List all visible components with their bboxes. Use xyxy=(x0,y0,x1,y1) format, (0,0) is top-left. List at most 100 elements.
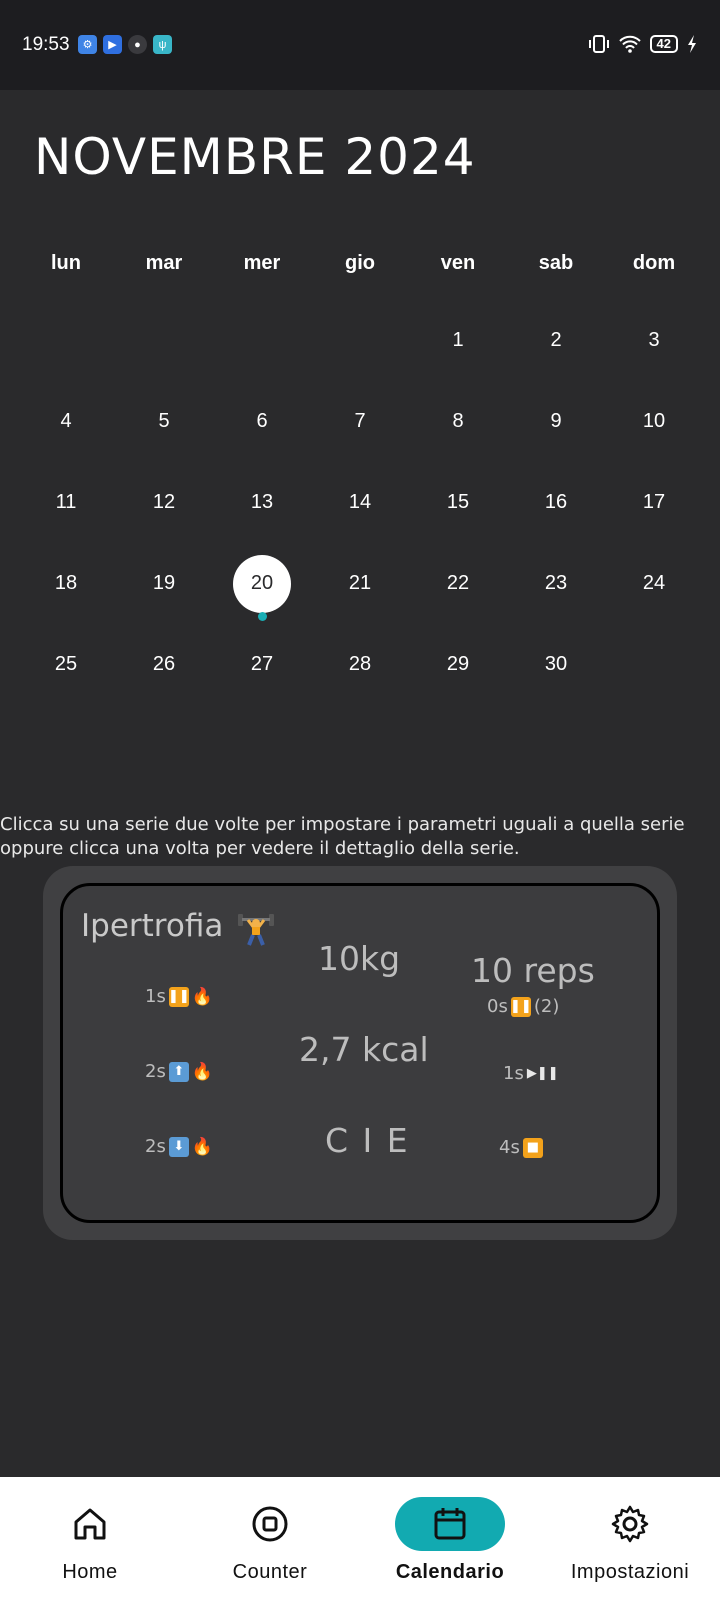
day-number: 23 xyxy=(544,572,568,594)
calendar-empty-cell xyxy=(605,624,703,705)
weightlifter-icon xyxy=(238,913,275,946)
nav-pill[interactable] xyxy=(35,1497,145,1551)
rest-time: 0s xyxy=(487,996,508,1017)
calendar-day[interactable]: 10 xyxy=(605,381,703,462)
counter-icon xyxy=(252,1506,288,1542)
day-number: 30 xyxy=(544,653,568,675)
month-title: NOVEMBRE 2024 xyxy=(34,128,476,186)
calendar-day[interactable]: 19 xyxy=(115,543,213,624)
series-title: Ipertrofia xyxy=(81,908,275,946)
series-card-inner[interactable]: Ipertrofia 1s ❚❚ 🔥 2s ⬆ 🔥 2s ⬇ 🔥 10kg 2,… xyxy=(60,883,660,1223)
calendar-day[interactable]: 14 xyxy=(311,462,409,543)
day-number: 11 xyxy=(55,491,77,513)
calendar-day[interactable]: 18 xyxy=(17,543,115,624)
calendar-day[interactable]: 11 xyxy=(17,462,115,543)
notes-app-icon: ● xyxy=(128,35,147,54)
calendar-day[interactable]: 27 xyxy=(213,624,311,705)
nav-label: Counter xyxy=(232,1561,308,1583)
settings-app-icon: ⚙ xyxy=(78,35,97,54)
nav-calendario[interactable]: Calendario xyxy=(360,1477,540,1612)
calendar-day[interactable]: 13 xyxy=(213,462,311,543)
calendar-day[interactable]: 26 xyxy=(115,624,213,705)
calendar-day[interactable]: 4 xyxy=(17,381,115,462)
nav-counter[interactable]: Counter xyxy=(180,1477,360,1612)
series-reps: 10 reps xyxy=(471,951,595,990)
calendar-days-grid: 1 2 3 4 5 6 7 8 9 10 11 12 13 14 15 16 17 18 19 20 21 22 23 24 2… xyxy=(17,300,703,705)
calendar-day[interactable]: 16 xyxy=(507,462,605,543)
nav-impostazioni[interactable]: Impostazioni xyxy=(540,1477,720,1612)
phase-time: 1s xyxy=(145,986,166,1007)
notification-icons: ⚙ ▶ ● ψ xyxy=(78,35,172,54)
calendar-day[interactable]: 24 xyxy=(605,543,703,624)
status-time: 19:53 xyxy=(22,34,70,55)
fire-icon: 🔥 xyxy=(191,1136,214,1157)
calendar-day[interactable]: 15 xyxy=(409,462,507,543)
nav-pill[interactable] xyxy=(575,1497,685,1551)
calendar-empty-cell xyxy=(213,300,311,381)
calendar-day[interactable]: 3 xyxy=(605,300,703,381)
calendar-day[interactable]: 5 xyxy=(115,381,213,462)
calendar-day[interactable]: 30 xyxy=(507,624,605,705)
calendar-day[interactable]: 2 xyxy=(507,300,605,381)
nav-label: Home xyxy=(62,1561,118,1583)
calendar-day[interactable]: 25 xyxy=(17,624,115,705)
day-number: 22 xyxy=(446,572,470,594)
calendar-day[interactable]: 28 xyxy=(311,624,409,705)
series-card[interactable]: Ipertrofia 1s ❚❚ 🔥 2s ⬆ 🔥 2s ⬇ 🔥 10kg 2,… xyxy=(43,866,677,1240)
calendar-day[interactable]: 21 xyxy=(311,543,409,624)
calendar-day[interactable]: 7 xyxy=(311,381,409,462)
stop-phase: 4s ■ xyxy=(499,1137,543,1158)
calendar-empty-cell xyxy=(115,300,213,381)
phase-eccentric: 2s ⬇ 🔥 xyxy=(145,1136,213,1157)
weekday-label: sab xyxy=(538,252,574,274)
rest-between-reps: 0s ❚❚ (2) xyxy=(487,996,559,1017)
weekday-label: lun xyxy=(51,252,81,274)
usb-app-icon: ψ xyxy=(153,35,172,54)
day-number: 29 xyxy=(446,653,470,675)
day-number: 7 xyxy=(354,410,366,432)
calendar-day[interactable]: 17 xyxy=(605,462,703,543)
calendar-day[interactable]: 1 xyxy=(409,300,507,381)
nav-pill[interactable] xyxy=(215,1497,325,1551)
fire-icon: 🔥 xyxy=(191,1061,214,1082)
calendar-day[interactable]: 12 xyxy=(115,462,213,543)
phase-time: 1s xyxy=(503,1063,524,1084)
day-number: 8 xyxy=(452,410,464,432)
calendar-empty-cell xyxy=(311,300,409,381)
day-number: 19 xyxy=(152,572,176,594)
series-code: C I E xyxy=(325,1121,410,1160)
phase-pause-top: 1s ❚❚ 🔥 xyxy=(145,986,213,1007)
play-pause-icon: ▶❚❚ xyxy=(526,1066,559,1081)
day-number: 10 xyxy=(642,410,666,432)
stop-icon: ■ xyxy=(522,1137,543,1158)
youtube-app-icon: ▶ xyxy=(103,35,122,54)
weekday-label: mar xyxy=(145,252,183,274)
calendar-day[interactable]: 6 xyxy=(213,381,311,462)
status-right: 42 xyxy=(588,33,698,55)
day-number: 25 xyxy=(54,653,78,675)
day-number: 15 xyxy=(446,491,470,513)
calendar-day[interactable]: 23 xyxy=(507,543,605,624)
calendar-day[interactable]: 20 xyxy=(213,543,311,624)
phase-time: 2s xyxy=(145,1136,166,1157)
nav-home[interactable]: Home xyxy=(0,1477,180,1612)
hint-text: Clicca su una serie due volte per impost… xyxy=(0,814,685,859)
weekday-label: ven xyxy=(440,252,476,274)
day-number: 5 xyxy=(158,410,170,432)
calendar-icon xyxy=(434,1508,466,1540)
phase-time: 4s xyxy=(499,1137,520,1158)
nav-pill-active[interactable] xyxy=(395,1497,505,1551)
calendar-day[interactable]: 8 xyxy=(409,381,507,462)
day-number: 1 xyxy=(452,329,464,351)
nav-label: Impostazioni xyxy=(570,1561,690,1583)
up-arrow-icon: ⬆ xyxy=(168,1061,189,1082)
calendar-day[interactable]: 29 xyxy=(409,624,507,705)
home-icon xyxy=(74,1508,106,1540)
calendar-day[interactable]: 22 xyxy=(409,543,507,624)
calendar-day[interactable]: 9 xyxy=(507,381,605,462)
bottom-navigation: Home Counter Calendario Impostazioni xyxy=(0,1477,720,1612)
nav-label: Calendario xyxy=(395,1561,505,1583)
phase-concentric: 2s ⬆ 🔥 xyxy=(145,1061,213,1082)
day-number: 6 xyxy=(256,410,268,432)
phase-time: 2s xyxy=(145,1061,166,1082)
